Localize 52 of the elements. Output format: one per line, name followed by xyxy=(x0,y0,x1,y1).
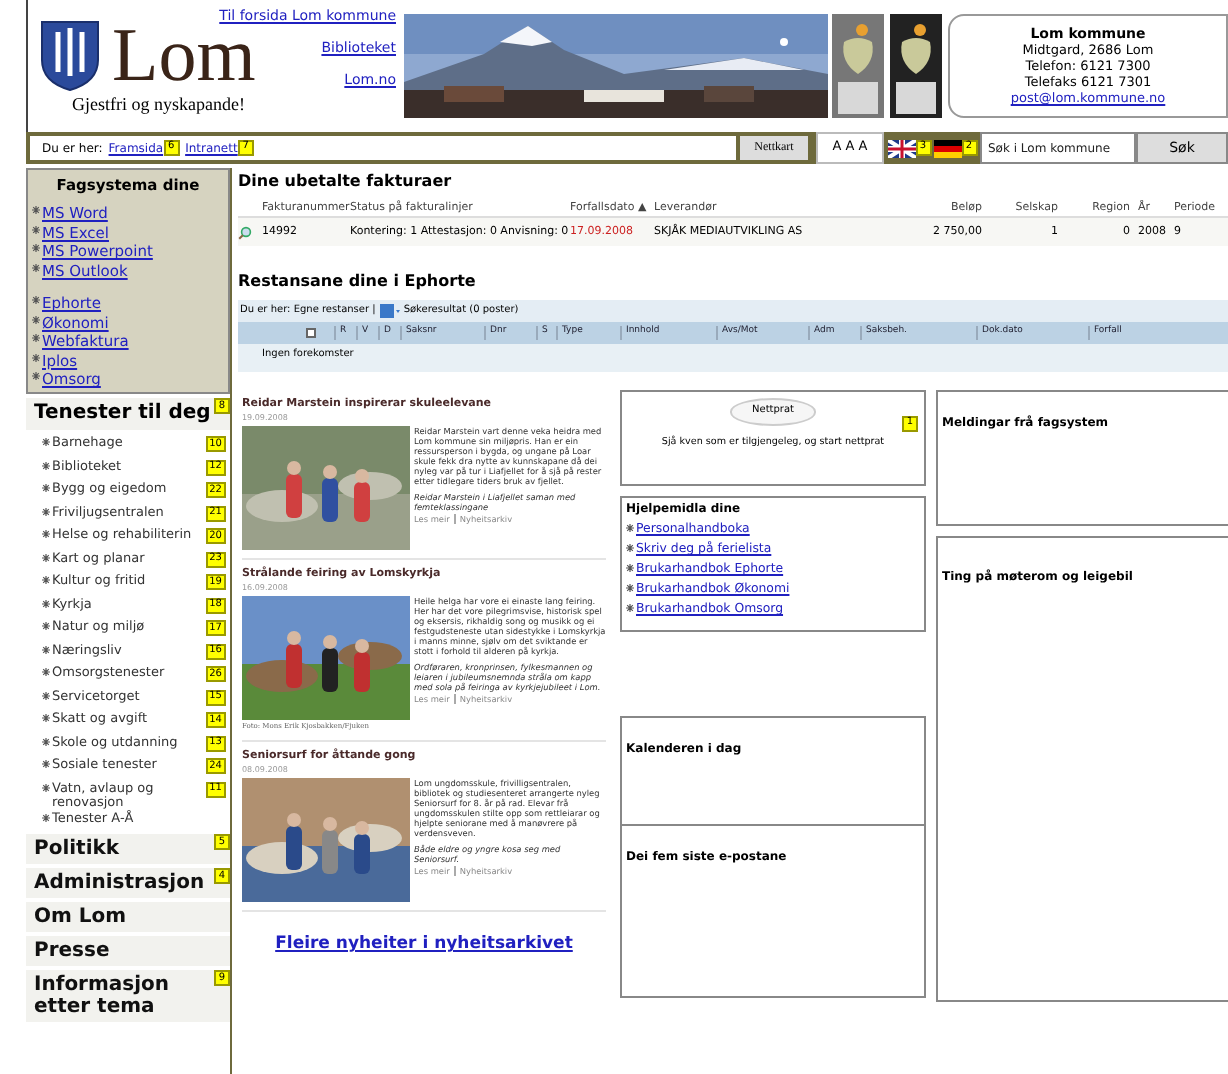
search-icon[interactable] xyxy=(238,225,252,239)
bullet-icon xyxy=(32,263,40,272)
bullet-icon xyxy=(32,315,40,324)
bullet-icon xyxy=(42,645,50,653)
bullet-icon xyxy=(626,524,634,532)
bullet-icon xyxy=(42,599,50,607)
view-icon[interactable] xyxy=(379,304,400,318)
bullet-icon xyxy=(42,668,50,676)
language-button[interactable] xyxy=(933,139,961,157)
section-link[interactable]: Politikk xyxy=(26,834,214,864)
bullet-icon xyxy=(42,737,50,745)
bullet-icon xyxy=(32,206,40,215)
bullet-icon xyxy=(42,714,50,722)
section-link[interactable]: Administrasjon xyxy=(26,868,214,898)
flag-icon xyxy=(933,139,961,157)
bullet-icon xyxy=(42,484,50,492)
bullet-icon xyxy=(626,604,634,612)
bullet-icon xyxy=(32,372,40,381)
bullet-icon xyxy=(42,813,50,821)
bullet-icon xyxy=(42,622,50,630)
coat-of-arms-icon xyxy=(40,20,100,92)
logo-text: Lom xyxy=(112,18,256,94)
bullet-icon xyxy=(32,296,40,305)
section-link[interactable]: Presse xyxy=(26,936,230,966)
language-button[interactable] xyxy=(887,139,915,157)
bullet-icon xyxy=(626,584,634,592)
section-title: Dine ubetalte fakturaer xyxy=(238,170,454,194)
tagline: Gjestfri og nyskapande! xyxy=(70,96,247,114)
bullet-icon xyxy=(42,507,50,515)
bullet-icon xyxy=(42,438,50,446)
logo-icon xyxy=(890,14,942,118)
section-link[interactable]: Informasjon etter tema xyxy=(26,970,214,1022)
bullet-icon xyxy=(32,244,40,253)
bullet-icon xyxy=(42,553,50,561)
checkbox[interactable] xyxy=(305,328,315,338)
flag-icon xyxy=(887,139,915,157)
archive-link[interactable]: Fleire nyheiter i nyheitsarkivet xyxy=(242,932,606,958)
bullet-icon xyxy=(42,461,50,469)
section-title: Restansane dine i Ephorte xyxy=(238,270,478,294)
bullet-icon xyxy=(42,576,50,584)
section-link[interactable]: Om Lom xyxy=(26,902,230,932)
bullet-icon xyxy=(626,544,634,552)
bullet-icon xyxy=(42,691,50,699)
bullet-icon xyxy=(32,353,40,362)
logo-icon xyxy=(832,14,884,118)
bullet-icon xyxy=(626,564,634,572)
bullet-icon xyxy=(42,783,50,791)
section-heading: Tenester til deg xyxy=(32,400,213,428)
bullet-icon xyxy=(32,334,40,343)
bullet-icon xyxy=(42,530,50,538)
bullet-icon xyxy=(42,760,50,768)
bullet-icon xyxy=(32,225,40,234)
